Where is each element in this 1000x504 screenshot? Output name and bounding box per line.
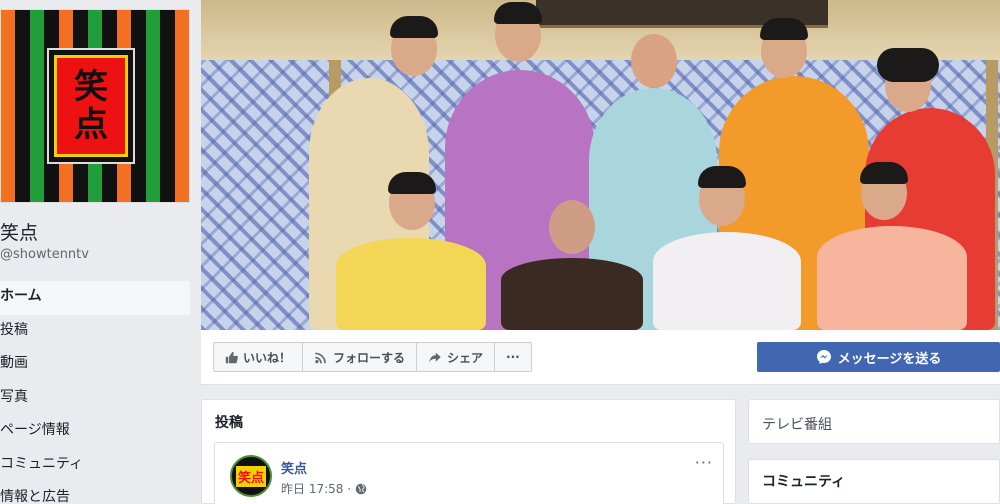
post-timestamp[interactable]: 昨日 17:58 · — [281, 480, 367, 497]
messenger-icon — [816, 350, 831, 364]
share-label: シェア — [447, 350, 484, 365]
page-actions-group: いいね！ フォローする シェア ··· — [213, 342, 532, 372]
post-item: 笑点 笑点 昨日 17:58 · ··· — [214, 442, 724, 504]
logo-emblem: 笑 点 — [47, 48, 135, 164]
performer-hair — [698, 166, 746, 188]
performer-head — [631, 34, 677, 88]
avatar-logo-text: 笑点 — [235, 465, 266, 487]
nav-item-photos[interactable]: 写真 — [0, 382, 190, 416]
logo-char-1: 笑 — [74, 67, 108, 107]
nav-item-community[interactable]: コミュニティ — [0, 449, 190, 483]
post-author-avatar[interactable]: 笑点 — [230, 455, 272, 497]
nav-item-posts[interactable]: 投稿 — [0, 315, 190, 349]
nav-item-info-ads[interactable]: 情報と広告 — [0, 482, 190, 504]
follow-label: フォローする — [333, 350, 406, 365]
profile-picture[interactable]: 笑 点 — [0, 9, 190, 203]
performer-hair — [494, 2, 542, 24]
posts-title[interactable]: 投稿 — [215, 412, 243, 432]
performer-figure — [336, 238, 486, 330]
page-nav: ホーム 投稿 動画 写真 ページ情報 コミュニティ 情報と広告 — [0, 281, 190, 504]
share-button[interactable]: シェア — [417, 343, 496, 371]
page-handle[interactable]: @showtenntv — [0, 247, 89, 262]
post-time-text: 昨日 17:58 · — [281, 482, 352, 496]
left-sidebar: 笑 点 笑点 @showtenntv ホーム 投稿 動画 写真 ページ情報 コミ… — [0, 0, 200, 504]
more-actions-button[interactable]: ··· — [495, 343, 531, 371]
more-dots-icon: ··· — [506, 350, 520, 364]
share-arrow-icon — [429, 352, 441, 362]
send-message-button[interactable]: メッセージを送る — [757, 342, 1000, 372]
page-category-card: テレビ番組 — [748, 399, 1000, 444]
nav-item-home[interactable]: ホーム — [0, 281, 190, 315]
performer-head — [549, 200, 595, 254]
like-button[interactable]: いいね！ — [214, 343, 304, 371]
page-name[interactable]: 笑点 — [0, 218, 38, 245]
logo-char-2: 点 — [74, 105, 108, 145]
logo-inner: 笑 点 — [54, 55, 128, 157]
cover-photo[interactable] — [201, 0, 1000, 330]
globe-icon — [355, 483, 367, 494]
performer-figure — [653, 232, 801, 330]
nav-item-videos[interactable]: 動画 — [0, 348, 190, 382]
performer-figure — [501, 258, 643, 330]
post-author-name[interactable]: 笑点 — [281, 458, 307, 477]
send-message-label: メッセージを送る — [837, 351, 942, 367]
performer-figure — [817, 226, 967, 330]
community-title[interactable]: コミュニティ — [762, 471, 845, 491]
like-label: いいね！ — [243, 350, 292, 365]
community-card: コミュニティ — [748, 459, 1000, 504]
performer-hair — [390, 16, 438, 38]
post-options-button[interactable]: ··· — [695, 453, 713, 472]
posts-section: 投稿 笑点 笑点 昨日 17:58 · ··· — [201, 399, 736, 504]
follow-button[interactable]: フォローする — [303, 343, 418, 371]
thumbs-up-icon — [225, 351, 238, 363]
page-action-bar: いいね！ フォローする シェア ··· メッセージを送る — [201, 330, 1000, 385]
page-category[interactable]: テレビ番組 — [762, 414, 832, 434]
performer-hair — [760, 18, 808, 40]
rss-follow-icon — [315, 352, 326, 363]
performer-hair — [388, 172, 436, 194]
performer-hair — [860, 162, 908, 184]
performer-hair — [877, 48, 939, 82]
nav-item-about[interactable]: ページ情報 — [0, 415, 190, 449]
